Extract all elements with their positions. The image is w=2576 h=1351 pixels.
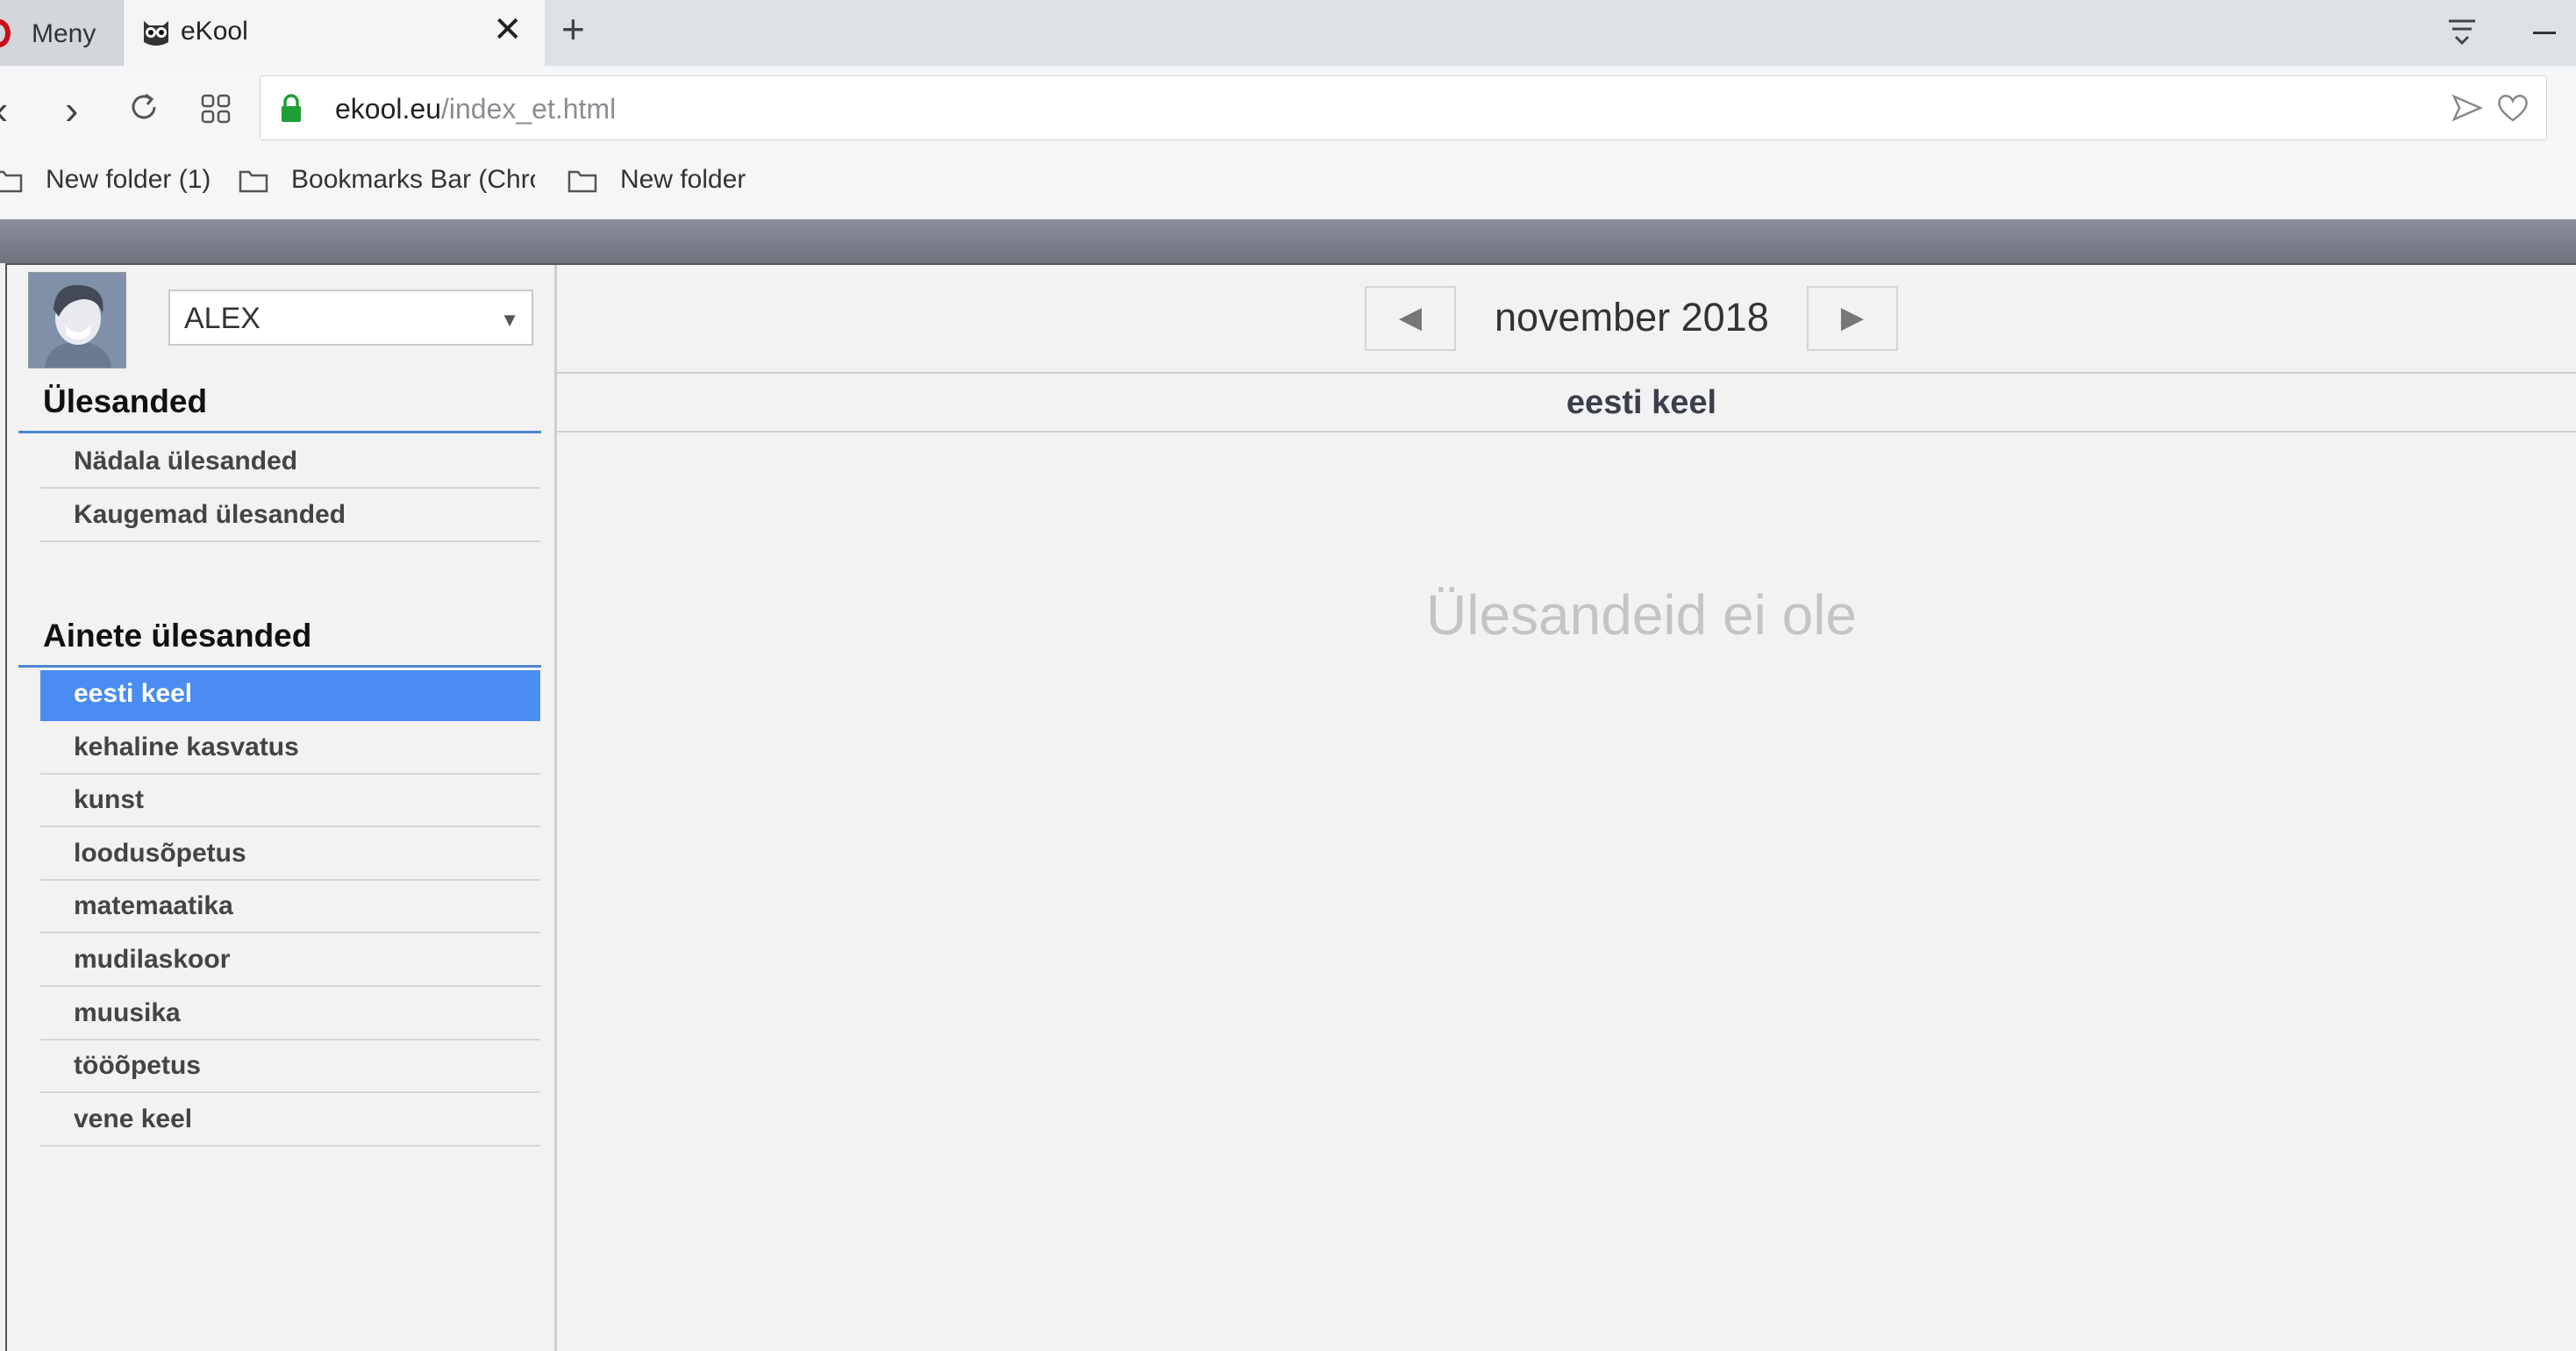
section-title-tasks: Ülesanded bbox=[43, 383, 208, 419]
arrow-left-icon: ◀ bbox=[1398, 301, 1423, 334]
bookmark-new-folder-1[interactable]: New folder (1) bbox=[46, 165, 211, 195]
heart-icon[interactable] bbox=[2496, 93, 2530, 123]
avatar-icon bbox=[29, 273, 125, 368]
sidebar-item[interactable]: mudilaskoor bbox=[40, 936, 540, 987]
sidebar-item-label: kehaline kasvatus bbox=[74, 732, 299, 761]
sidebar-item-label: Kaugemad ülesanded bbox=[74, 499, 346, 529]
new-tab-icon[interactable]: + bbox=[561, 9, 585, 49]
subject-divider bbox=[556, 431, 2576, 432]
sidebar-item-label: mudilaskoor bbox=[74, 945, 231, 974]
send-icon[interactable] bbox=[2451, 93, 2483, 123]
next-month-button[interactable]: ▶ bbox=[1807, 286, 1898, 351]
page-top-bar bbox=[0, 219, 2576, 263]
bookmark-bookmarks-bar[interactable]: Bookmarks Bar (Chro bbox=[291, 165, 535, 195]
url-text[interactable]: ekool.eu/index_et.html bbox=[335, 93, 616, 125]
empty-message: Ülesandeid ei ole bbox=[1426, 583, 1857, 647]
owl-favicon-icon bbox=[144, 21, 168, 46]
sidebar-item[interactable]: vene keel bbox=[40, 1096, 540, 1147]
sidebar-item[interactable]: Kaugemad ülesanded bbox=[40, 491, 540, 542]
section-underline bbox=[18, 665, 541, 668]
back-icon[interactable]: ‹ bbox=[0, 89, 8, 130]
sidebar-item[interactable]: matemaatika bbox=[40, 883, 540, 934]
sidebar-item-label: Nädala ülesanded bbox=[74, 447, 298, 475]
sidebar-item-label: loodusõpetus bbox=[74, 838, 246, 868]
sidebar-item-label: tööõpetus bbox=[74, 1051, 201, 1081]
sidebar-item-label: muusika bbox=[74, 997, 181, 1027]
sidebar-item-label: eesti keel bbox=[74, 679, 193, 708]
sidebar-item[interactable]: tööõpetus bbox=[40, 1042, 540, 1094]
sidebar-item[interactable]: Nädala ülesanded bbox=[40, 438, 540, 489]
tab-menu-icon[interactable] bbox=[2447, 16, 2477, 47]
avatar bbox=[28, 272, 126, 368]
subject-title: eesti keel bbox=[1566, 384, 1717, 421]
student-select[interactable]: ALEX ▼ bbox=[168, 290, 533, 346]
url-host: ekool.eu bbox=[335, 93, 441, 125]
speed-dial-icon[interactable] bbox=[200, 93, 232, 125]
student-select-value: ALEX bbox=[184, 302, 260, 335]
sidebar-item[interactable]: loodusõpetus bbox=[40, 830, 540, 881]
month-label: november 2018 bbox=[1495, 295, 1769, 340]
tab-title: eKool bbox=[181, 17, 248, 46]
sidebar-item[interactable]: eesti keel bbox=[40, 670, 540, 721]
sidebar-item[interactable]: kehaline kasvatus bbox=[40, 724, 540, 775]
prev-month-button[interactable]: ◀ bbox=[1365, 286, 1456, 351]
reload-icon[interactable] bbox=[128, 91, 160, 123]
lock-icon bbox=[282, 94, 301, 122]
menu-label[interactable]: Meny bbox=[32, 19, 96, 49]
folder-icon bbox=[239, 170, 268, 193]
arrow-right-icon: ▶ bbox=[1840, 301, 1865, 334]
sidebar-item[interactable]: kunst bbox=[40, 776, 540, 828]
sidebar-item[interactable]: muusika bbox=[40, 990, 540, 1040]
folder-icon bbox=[567, 170, 597, 193]
sidebar-item-label: kunst bbox=[74, 785, 145, 815]
header-divider bbox=[556, 372, 2576, 374]
sidebar-item-label: vene keel bbox=[74, 1104, 193, 1133]
minimize-icon[interactable] bbox=[2533, 32, 2556, 34]
section-underline bbox=[18, 431, 541, 433]
section-title-subjects: Ainete ülesanded bbox=[43, 618, 312, 654]
url-path: /index_et.html bbox=[440, 93, 617, 125]
forward-icon[interactable]: › bbox=[65, 89, 78, 130]
sidebar-divider bbox=[554, 265, 557, 1351]
folder-icon bbox=[0, 170, 23, 193]
chevron-down-icon: ▼ bbox=[500, 309, 519, 331]
bookmark-new-folder[interactable]: New folder bbox=[620, 165, 746, 195]
tab-close-icon[interactable]: ✕ bbox=[493, 12, 523, 47]
sidebar-item-label: matemaatika bbox=[74, 891, 233, 921]
